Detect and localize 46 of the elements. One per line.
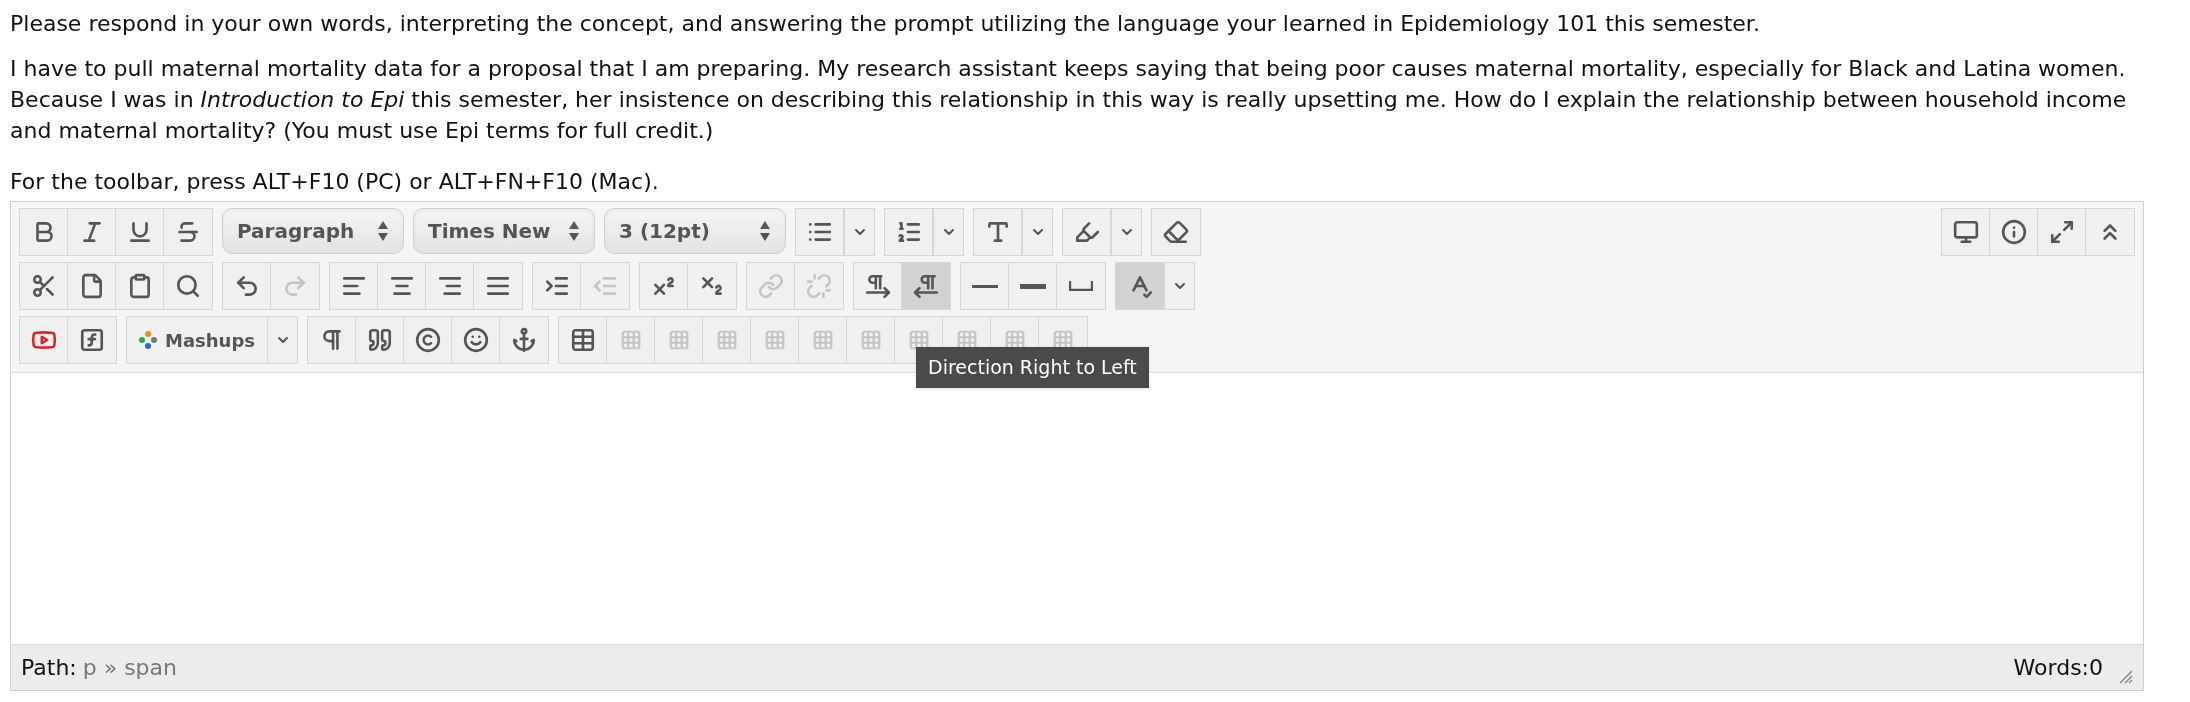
redo-icon xyxy=(282,273,308,299)
table-icon xyxy=(569,327,596,353)
grid-icon xyxy=(667,329,690,351)
toolbar-button[interactable] xyxy=(1116,263,1164,309)
strikethrough-icon xyxy=(175,219,201,245)
unlink-icon xyxy=(806,273,832,299)
smiley-icon xyxy=(462,327,489,353)
word-count: Words:0 xyxy=(2013,654,2103,682)
grid-icon xyxy=(763,329,786,351)
dots-icon xyxy=(139,331,157,349)
prompt-text: I have to pull maternal mortality data for a proposal that I am preparing. My research assistant keeps saying that being poor causes maternal mortality, especially for Black and Latina women. Because I was in Introduction to Epi this semester, her insistence on describing this relationship in this way is really upsetting me. How do I explain the relationship between household income and maternal mortality? (You must use Epi terms for full credit.) xyxy=(9,55,2128,145)
highlighter-icon xyxy=(1073,219,1100,245)
instructions-text: Please respond in your own words, interpreting the concept, and answering the prompt utilizing the language your learned in Epidemiology 101 this semester. xyxy=(9,10,1761,38)
search-icon xyxy=(175,273,201,299)
dropdown-select[interactable]: 3 (12pt) xyxy=(604,208,786,254)
grid-icon xyxy=(907,329,930,351)
link-icon xyxy=(757,273,784,299)
up-down-arrows-icon xyxy=(759,220,771,242)
expand-icon xyxy=(2048,219,2075,245)
dropdown-select[interactable]: Paragraph xyxy=(222,208,404,254)
info-icon xyxy=(2000,219,2027,245)
quote-icon xyxy=(366,327,393,353)
space-icon xyxy=(1069,281,1093,291)
grid-icon xyxy=(859,329,882,351)
element-path: p » span xyxy=(82,654,177,682)
up-down-arrows-icon xyxy=(568,220,580,242)
function-icon xyxy=(79,327,105,353)
tooltip: Direction Right to Left xyxy=(916,347,1149,388)
copyright-icon xyxy=(414,327,441,353)
grid-icon xyxy=(619,329,642,351)
monitor-icon xyxy=(1952,219,1979,245)
up-down-arrows-icon xyxy=(377,220,389,242)
toolbar-button[interactable] xyxy=(902,263,950,309)
grid-icon xyxy=(811,329,834,351)
toolbar-hint: For the toolbar, press ALT+F10 (PC) or ALT+FN+F10 (Mac). xyxy=(9,168,660,196)
scissors-icon xyxy=(30,273,57,299)
pilcrow-right-icon xyxy=(864,273,891,299)
path-label: Path: xyxy=(21,654,77,682)
horizontal-line-icon xyxy=(971,284,998,288)
resize-grip-icon xyxy=(2117,668,2133,684)
anchor-icon xyxy=(511,327,537,353)
numbered-list-icon xyxy=(895,219,922,245)
dropdown-select[interactable]: Times New xyxy=(413,208,595,254)
eraser-icon xyxy=(1163,219,1189,245)
grid-icon xyxy=(715,329,738,351)
pilcrow-left-icon xyxy=(913,273,939,299)
